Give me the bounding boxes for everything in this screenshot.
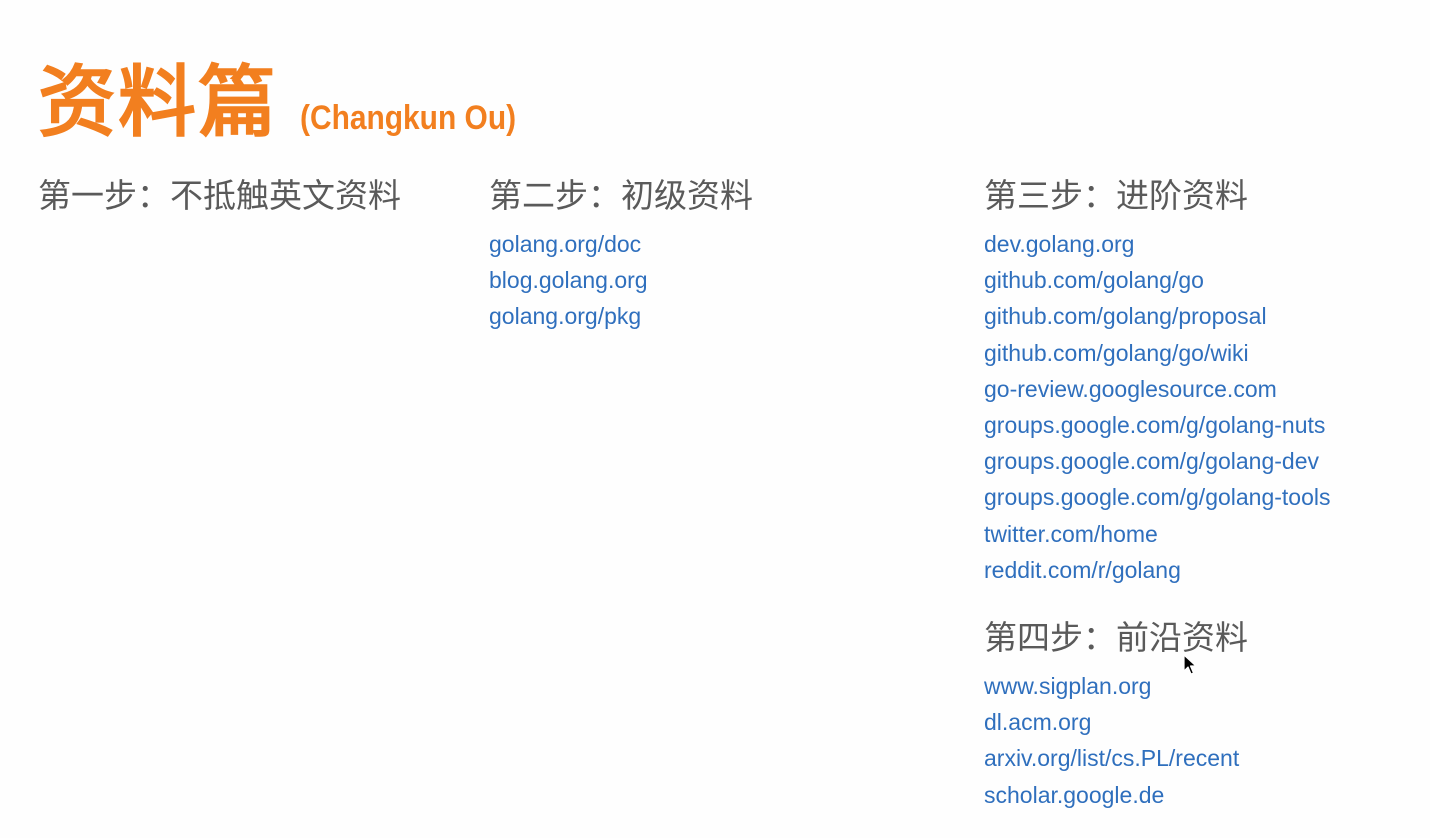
link-item[interactable]: github.com/golang/proposal: [984, 298, 1331, 334]
link-item[interactable]: twitter.com/home: [984, 516, 1331, 552]
title-author: (Changkun Ou): [300, 99, 517, 137]
slide: 资料篇 (Changkun Ou) 第一步：不抵触英文资料 第二步：初级资料 g…: [0, 0, 1430, 838]
step2-section: 第二步：初级资料 golang.org/doc blog.golang.org …: [489, 172, 753, 335]
step3-heading: 第三步：进阶资料: [984, 176, 1248, 215]
step4-heading: 第四步：前沿资料: [984, 618, 1248, 657]
step3-link-list: dev.golang.org github.com/golang/go gith…: [984, 226, 1331, 588]
link-item[interactable]: groups.google.com/g/golang-dev: [984, 443, 1331, 479]
link-item[interactable]: groups.google.com/g/golang-tools: [984, 479, 1331, 515]
step1-heading: 第一步：不抵触英文资料: [38, 176, 401, 215]
step2-link-list: golang.org/doc blog.golang.org golang.or…: [489, 226, 753, 335]
link-item[interactable]: go-review.googlesource.com: [984, 371, 1331, 407]
link-item[interactable]: golang.org/pkg: [489, 298, 753, 334]
step4-link-list: www.sigplan.org dl.acm.org arxiv.org/lis…: [984, 668, 1248, 813]
step1-section: 第一步：不抵触英文资料: [38, 172, 401, 220]
link-item[interactable]: www.sigplan.org: [984, 668, 1248, 704]
link-item[interactable]: golang.org/doc: [489, 226, 753, 262]
slide-title: 资料篇 (Changkun Ou): [38, 40, 546, 152]
link-item[interactable]: blog.golang.org: [489, 262, 753, 298]
mouse-pointer-icon: [1183, 654, 1197, 675]
step4-section: 第四步：前沿资料 www.sigplan.org dl.acm.org arxi…: [984, 614, 1248, 813]
link-item[interactable]: dev.golang.org: [984, 226, 1331, 262]
link-item[interactable]: dl.acm.org: [984, 704, 1248, 740]
step3-section: 第三步：进阶资料 dev.golang.org github.com/golan…: [984, 172, 1331, 588]
link-item[interactable]: reddit.com/r/golang: [984, 552, 1331, 588]
link-item[interactable]: scholar.google.de: [984, 777, 1248, 813]
link-item[interactable]: arxiv.org/list/cs.PL/recent: [984, 740, 1248, 776]
link-item[interactable]: groups.google.com/g/golang-nuts: [984, 407, 1331, 443]
link-item[interactable]: github.com/golang/go: [984, 262, 1331, 298]
link-item[interactable]: github.com/golang/go/wiki: [984, 335, 1331, 371]
title-main: 资料篇: [38, 58, 279, 148]
step2-heading: 第二步：初级资料: [489, 176, 753, 215]
